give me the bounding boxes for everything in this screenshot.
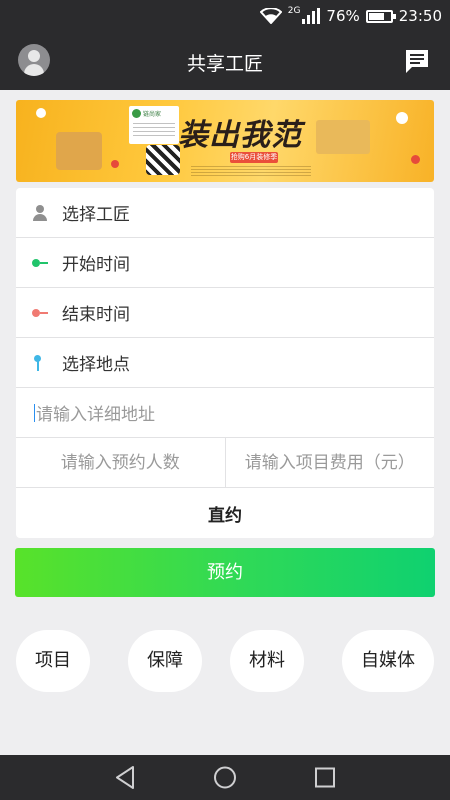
select-location-row[interactable]: 选择地点 [16,338,434,388]
clock: 23:50 [398,7,442,25]
status-icons: 2G 76% 23:50 [259,6,442,26]
start-dot-icon [16,238,62,288]
system-nav-bar [0,755,450,800]
page-title: 共享工匠 [186,53,263,75]
message-icon[interactable] [404,48,430,74]
home-icon[interactable] [195,755,255,800]
promo-banner[interactable]: 链尚家 装出我范 抢购6月装修季 [16,100,434,182]
direct-booking-option[interactable]: 直约 [16,488,434,538]
decor-ball [396,112,408,124]
status-bar: 2G 76% 23:50 [0,0,450,32]
count-fee-row: 请输入预约人数 请输入项目费用（元） [16,437,435,488]
app-bar: 共享工匠 [0,32,450,90]
battery-percent: 76% [326,7,360,25]
address-input[interactable]: 请输入详细地址 [16,388,434,438]
category-guarantee[interactable]: 保障 [128,630,202,692]
project-fee-input[interactable]: 请输入项目费用（元） [224,437,435,488]
back-icon[interactable] [95,755,155,800]
select-worker-row[interactable]: 选择工匠 [16,188,434,238]
person-icon [16,188,62,238]
banner-card-lines [133,123,175,137]
banner-fine-print [191,166,311,176]
banner-card: 链尚家 [129,106,179,144]
end-dot-icon [16,288,62,338]
address-placeholder: 请输入详细地址 [36,405,155,425]
banner-pattern [146,145,180,175]
location-pin-icon [16,338,62,388]
booking-form: 选择工匠 开始时间 结束时间 选择地点 请输入详细地址 请输入预约人数 请输入项… [16,188,434,538]
battery-level [368,12,385,20]
banner-slogan: 装出我范 [178,118,302,153]
decor-ball [411,155,420,164]
brand-logo-icon [132,109,141,118]
decor-ball [111,160,119,168]
category-project[interactable]: 项目 [16,630,90,692]
signal-icon [302,8,321,24]
end-time-label: 结束时间 [62,305,130,325]
select-location-label: 选择地点 [62,355,130,375]
category-self-media[interactable]: 自媒体 [342,630,434,692]
book-button[interactable]: 预约 [15,548,435,597]
category-bar: 项目 保障 材料 自媒体 [0,630,450,692]
banner-furniture [56,132,102,170]
decor-ball [36,108,46,118]
banner-tag: 抢购6月装修季 [230,152,278,163]
end-time-row[interactable]: 结束时间 [16,288,434,338]
category-material[interactable]: 材料 [230,630,304,692]
network-type: 2G [287,6,301,16]
select-worker-label: 选择工匠 [62,205,130,225]
battery-icon [365,9,396,23]
start-time-row[interactable]: 开始时间 [16,238,434,288]
people-count-input[interactable]: 请输入预约人数 [16,438,225,488]
banner-furniture [316,120,370,154]
wifi-icon [259,8,282,24]
recents-icon[interactable] [295,755,355,800]
start-time-label: 开始时间 [62,255,130,275]
text-caret [34,403,35,422]
